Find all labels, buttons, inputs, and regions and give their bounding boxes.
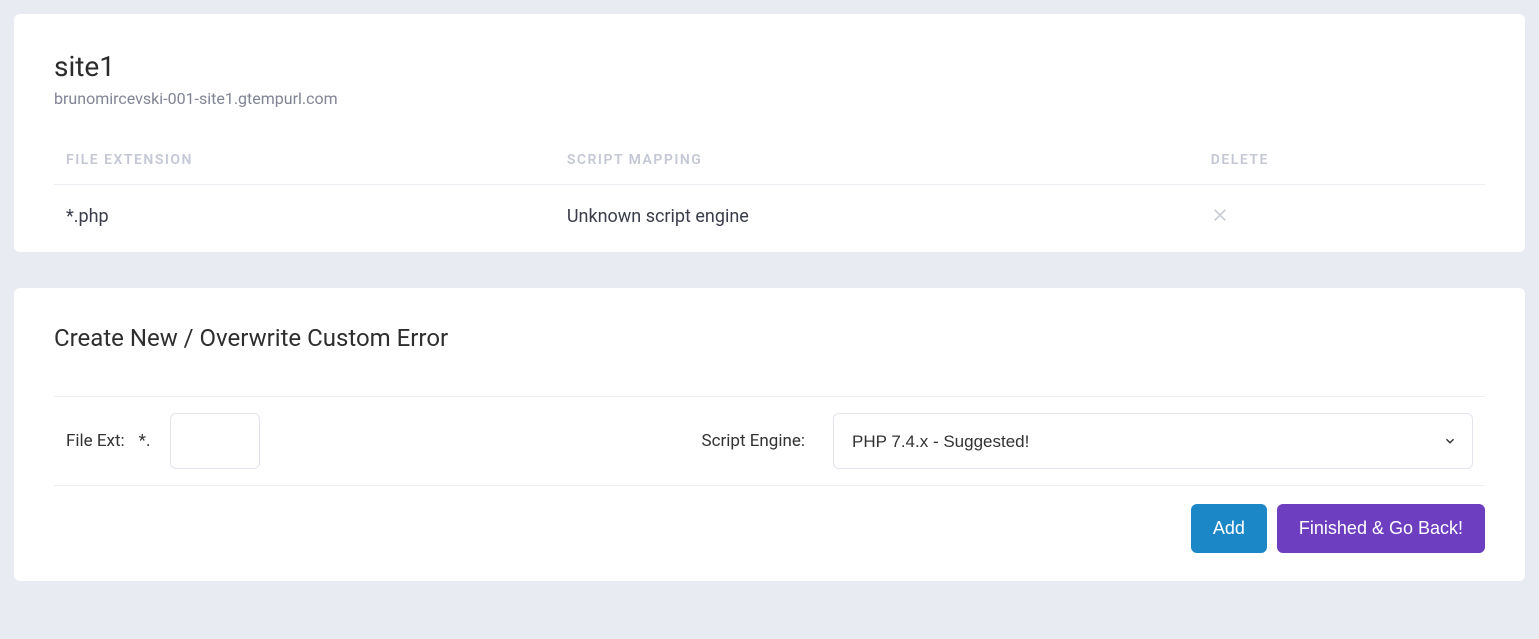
script-engine-label: Script Engine: bbox=[702, 431, 805, 451]
table-row: *.php Unknown script engine bbox=[54, 185, 1485, 229]
finished-button[interactable]: Finished & Go Back! bbox=[1277, 504, 1485, 553]
file-ext-input[interactable] bbox=[170, 413, 260, 469]
form-actions: Add Finished & Go Back! bbox=[54, 486, 1485, 553]
table-header-map: SCRIPT MAPPING bbox=[555, 152, 1199, 185]
table-header-del: DELETE bbox=[1199, 152, 1485, 185]
form-card: Create New / Overwrite Custom Error File… bbox=[14, 288, 1525, 581]
site-card: site1 brunomircevski-001-site1.gtempurl.… bbox=[14, 14, 1525, 252]
form-title: Create New / Overwrite Custom Error bbox=[54, 324, 1485, 352]
cell-ext: *.php bbox=[54, 185, 555, 229]
file-ext-label: File Ext: bbox=[66, 431, 125, 451]
form-row: File Ext: *. Script Engine: PHP 7.4.x - … bbox=[54, 396, 1485, 486]
delete-icon[interactable] bbox=[1211, 205, 1229, 223]
site-url: brunomircevski-001-site1.gtempurl.com bbox=[54, 89, 1485, 108]
add-button[interactable]: Add bbox=[1191, 504, 1267, 553]
script-engine-select[interactable]: PHP 7.4.x - Suggested! bbox=[833, 413, 1473, 469]
table-header-ext: FILE EXTENSION bbox=[54, 152, 555, 185]
file-ext-prefix: *. bbox=[139, 431, 151, 451]
mapping-table: FILE EXTENSION SCRIPT MAPPING DELETE *.p… bbox=[54, 152, 1485, 228]
cell-mapping: Unknown script engine bbox=[555, 185, 1199, 229]
site-name: site1 bbox=[54, 50, 1485, 83]
